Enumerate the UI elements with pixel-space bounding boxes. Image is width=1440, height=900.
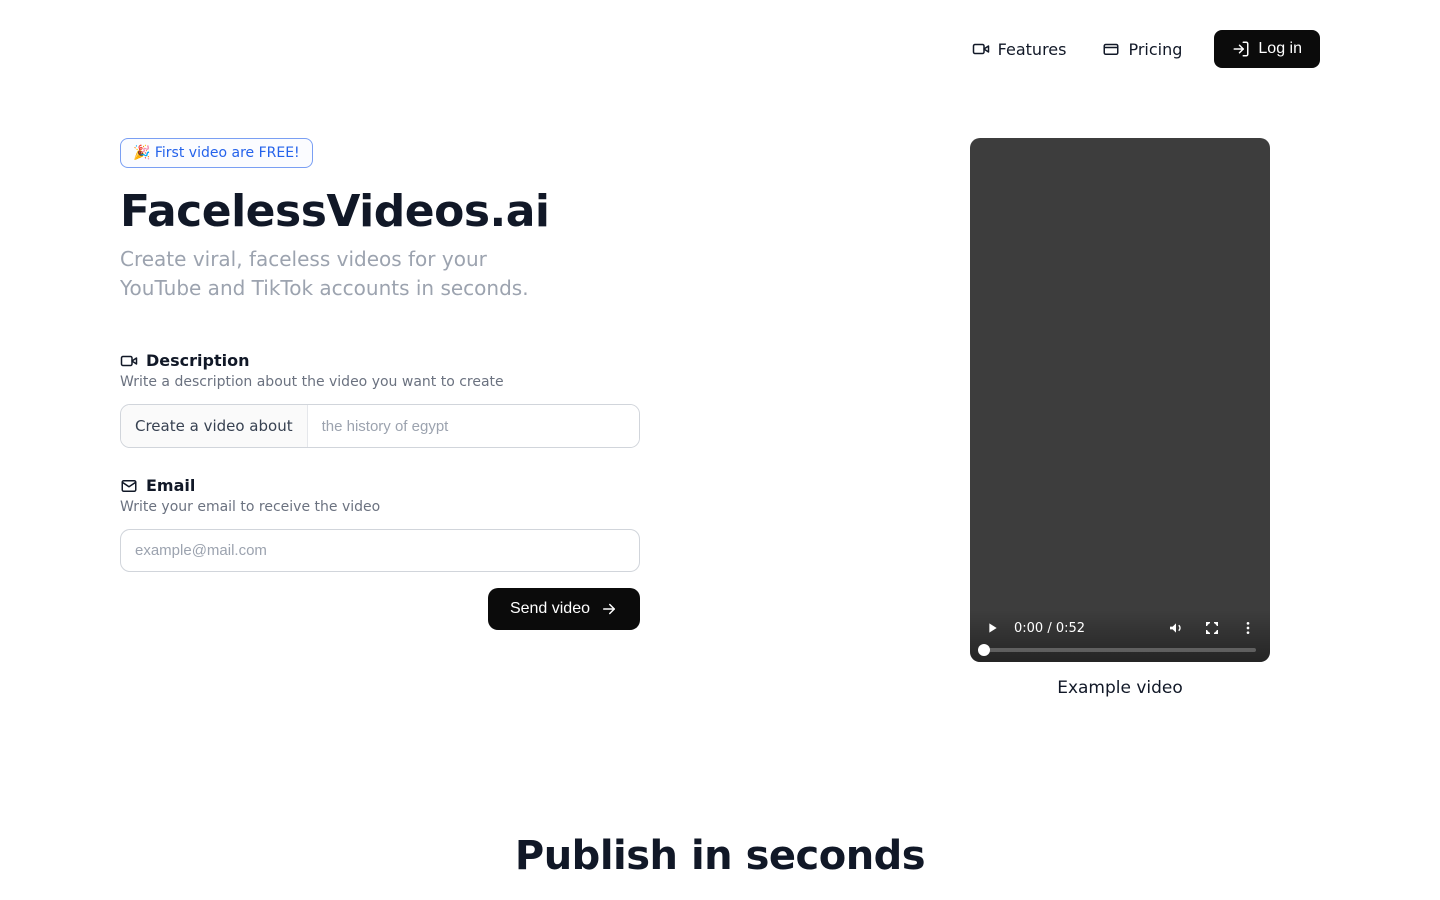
- video-progress-thumb[interactable]: [978, 644, 990, 656]
- description-input[interactable]: [308, 405, 639, 447]
- description-help: Write a description about the video you …: [120, 374, 640, 390]
- email-input[interactable]: [120, 529, 640, 572]
- email-help: Write your email to receive the video: [120, 499, 640, 515]
- hero-left: 🎉 First video are FREE! FacelessVideos.a…: [120, 138, 640, 630]
- send-video-label: Send video: [510, 600, 590, 618]
- nav-pricing-label: Pricing: [1128, 40, 1182, 59]
- fullscreen-icon[interactable]: [1204, 620, 1220, 636]
- nav-pricing[interactable]: Pricing: [1098, 34, 1186, 65]
- brand-title: FacelessVideos.ai: [120, 186, 640, 237]
- publish-section: Publish in seconds: [120, 833, 1320, 879]
- video-time: 0:00 / 0:52: [1014, 621, 1085, 636]
- video-controls: 0:00 / 0:52: [970, 610, 1270, 662]
- login-button[interactable]: Log in: [1214, 30, 1320, 68]
- video-progress[interactable]: [984, 648, 1256, 652]
- description-label-row: Description: [120, 351, 640, 370]
- publish-headline: Publish in seconds: [120, 833, 1320, 879]
- description-prefix: Create a video about: [121, 405, 308, 447]
- send-video-button[interactable]: Send video: [488, 588, 640, 630]
- example-video-column: 0:00 / 0:52: [920, 138, 1320, 698]
- volume-icon[interactable]: [1168, 620, 1184, 636]
- video-caption: Example video: [1057, 678, 1183, 698]
- description-input-wrap: Create a video about: [120, 404, 640, 448]
- nav-features-label: Features: [998, 40, 1067, 59]
- top-nav: Features Pricing Log in: [120, 0, 1320, 78]
- example-video[interactable]: 0:00 / 0:52: [970, 138, 1270, 662]
- nav-features[interactable]: Features: [968, 34, 1071, 65]
- description-field: Description Write a description about th…: [120, 351, 640, 448]
- video-icon: [972, 40, 990, 58]
- promo-text: 🎉 First video are FREE!: [133, 145, 300, 161]
- hero: 🎉 First video are FREE! FacelessVideos.a…: [120, 138, 1320, 698]
- login-label: Log in: [1258, 40, 1302, 58]
- more-icon[interactable]: [1240, 620, 1256, 636]
- mail-icon: [120, 477, 138, 495]
- play-icon[interactable]: [984, 620, 1000, 636]
- promo-pill: 🎉 First video are FREE!: [120, 138, 313, 168]
- email-label-row: Email: [120, 476, 640, 495]
- login-icon: [1232, 40, 1250, 58]
- description-label: Description: [146, 351, 249, 370]
- arrow-right-icon: [600, 600, 618, 618]
- hero-subtitle: Create viral, faceless videos for your Y…: [120, 245, 560, 303]
- wallet-icon: [1102, 40, 1120, 58]
- email-label: Email: [146, 476, 195, 495]
- email-field: Email Write your email to receive the vi…: [120, 476, 640, 630]
- video-icon: [120, 352, 138, 370]
